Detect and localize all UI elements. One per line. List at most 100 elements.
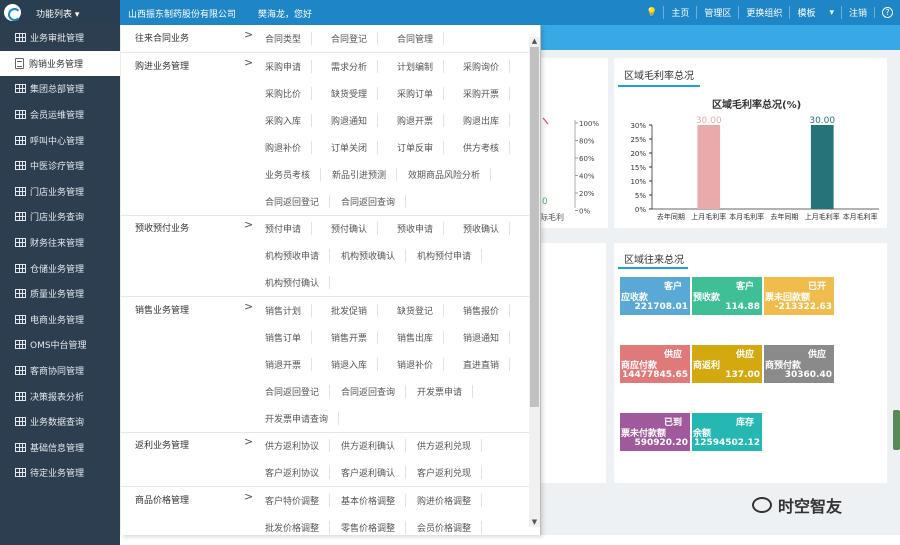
menu-link[interactable]: 需求分析: [331, 60, 379, 73]
menu-link[interactable]: 合同返回查询: [341, 195, 407, 208]
menu-link[interactable]: 采购询价: [463, 60, 511, 73]
menu-link[interactable]: 供方考核: [463, 141, 511, 154]
menu-link[interactable]: 订单反审: [397, 141, 445, 154]
menu-link[interactable]: 采购申请: [265, 60, 313, 73]
menu-link[interactable]: 销售订单: [265, 331, 313, 344]
menu-link[interactable]: 业务员考核: [265, 168, 322, 181]
menu-link[interactable]: 合同类型: [265, 32, 313, 45]
menu-link[interactable]: 订单关闭: [331, 141, 379, 154]
home-link[interactable]: 主页: [663, 6, 696, 19]
menu-link[interactable]: 销退开票: [265, 358, 313, 371]
menu-link[interactable]: 客户返利确认: [341, 466, 407, 479]
sidebar-item[interactable]: 质量业务管理: [0, 281, 120, 307]
sidebar-item[interactable]: 业务审批管理: [0, 25, 120, 51]
summary-tile[interactable]: 客户 预收款 114.88: [692, 277, 762, 315]
menu-link[interactable]: 预收确认: [463, 222, 511, 235]
menu-link[interactable]: 合同登记: [331, 32, 379, 45]
menu-link[interactable]: 合同返回登记: [265, 195, 331, 208]
logout-link[interactable]: 注销: [840, 6, 874, 19]
sidebar-item[interactable]: 会员运维管理: [0, 102, 120, 128]
menu-link[interactable]: 预收申请: [397, 222, 445, 235]
template-dropdown-icon[interactable]: ▾: [822, 8, 841, 18]
switch-org-link[interactable]: 更换组织: [738, 6, 789, 19]
menu-link[interactable]: 开发票申请查询: [265, 412, 340, 425]
menu-link[interactable]: 预付确认: [331, 222, 379, 235]
bulb-icon[interactable]: 💡: [640, 8, 663, 18]
menu-link[interactable]: 缺货登记: [397, 304, 445, 317]
menu-link[interactable]: 预付申请: [265, 222, 313, 235]
sidebar-item[interactable]: 集团总部管理: [0, 76, 120, 102]
sidebar-item[interactable]: 购销业务管理: [0, 50, 120, 77]
summary-tile[interactable]: 供应 商预付款 30360.40: [764, 345, 834, 383]
menu-link[interactable]: 销退入库: [331, 358, 379, 371]
sidebar-item[interactable]: 呼叫中心管理: [0, 127, 120, 153]
sidebar-item[interactable]: OMS中台管理: [0, 332, 120, 358]
menu-link[interactable]: 缺货受理: [331, 87, 379, 100]
menu-link[interactable]: 销售出库: [397, 331, 445, 344]
sidebar-item[interactable]: 待定业务管理: [0, 460, 120, 486]
function-list-menu-toggle[interactable]: 功能列表 ▾: [36, 7, 79, 20]
summary-tile[interactable]: 已开 票未回款额 -213322.63: [764, 277, 834, 315]
menu-link[interactable]: 购退补价: [265, 141, 313, 154]
menu-link[interactable]: 计划编制: [397, 60, 445, 73]
menu-link[interactable]: 零售价格调整: [341, 521, 407, 534]
summary-tile[interactable]: 客户 应收款 221708.01: [620, 277, 690, 315]
menu-link[interactable]: 机构预付申请: [417, 249, 483, 262]
menu-link[interactable]: 新品引进预测: [332, 168, 398, 181]
menu-link[interactable]: 供方返利兑现: [417, 439, 483, 452]
sidebar-item[interactable]: 客商协同管理: [0, 358, 120, 384]
template-link[interactable]: 模板: [789, 6, 822, 19]
menu-link[interactable]: 销售开票: [331, 331, 379, 344]
menu-link[interactable]: 购退出库: [463, 114, 511, 127]
menu-link[interactable]: 机构预收申请: [265, 249, 331, 262]
menu-link[interactable]: 效期商品风险分析: [408, 168, 492, 181]
sidebar-item[interactable]: 电商业务管理: [0, 307, 120, 333]
menu-link[interactable]: 购退开票: [397, 114, 445, 127]
sidebar-item[interactable]: 仓储业务管理: [0, 255, 120, 281]
menu-link[interactable]: 合同返回查询: [341, 385, 407, 398]
menu-link[interactable]: 合同返回登记: [265, 385, 331, 398]
menu-link[interactable]: 供方返利确认: [341, 439, 407, 452]
sidebar-item[interactable]: 财务往来管理: [0, 230, 120, 256]
help-icon[interactable]: ?: [874, 7, 900, 18]
summary-tile[interactable]: 已到 票未付款额 590920.20: [620, 413, 690, 451]
menu-link[interactable]: 基本价格调整: [341, 494, 407, 507]
sidebar-item[interactable]: 门店业务管理: [0, 179, 120, 205]
menu-link[interactable]: 销退补价: [397, 358, 445, 371]
sidebar-item[interactable]: 业务数据查询: [0, 409, 120, 435]
menu-link[interactable]: 销售计划: [265, 304, 313, 317]
menu-link[interactable]: 机构预收确认: [341, 249, 407, 262]
menu-link[interactable]: 采购开票: [463, 87, 511, 100]
scroll-down-arrow[interactable]: ▼: [530, 518, 539, 527]
scroll-thumb[interactable]: [530, 47, 539, 407]
sidebar-item[interactable]: 基础信息管理: [0, 435, 120, 461]
menu-link[interactable]: 会员价格调整: [417, 521, 483, 534]
admin-area-link[interactable]: 管理区: [696, 6, 738, 19]
menu-link[interactable]: 批发价格调整: [265, 521, 331, 534]
menu-link[interactable]: 批发促销: [331, 304, 379, 317]
menu-link[interactable]: 机构预付确认: [265, 276, 331, 289]
menu-link[interactable]: 采购比价: [265, 87, 313, 100]
scroll-up-arrow[interactable]: ▲: [530, 37, 539, 46]
menu-link[interactable]: 购进价格调整: [417, 494, 483, 507]
summary-tile[interactable]: 供应 商应付款 14477845.65: [620, 345, 690, 383]
menu-link[interactable]: 合同管理: [397, 32, 445, 45]
sidebar-item[interactable]: 中医诊疗管理: [0, 153, 120, 179]
menu-link[interactable]: 客户返利兑现: [417, 466, 483, 479]
menu-link[interactable]: 购退通知: [331, 114, 379, 127]
menu-link[interactable]: 客户特价调整: [265, 494, 331, 507]
menu-link[interactable]: 开发票申请: [417, 385, 474, 398]
menu-link[interactable]: 销退通知: [463, 331, 511, 344]
menu-link[interactable]: 采购订单: [397, 87, 445, 100]
side-widget-handle[interactable]: [893, 410, 900, 450]
menu-link[interactable]: 采购入库: [265, 114, 313, 127]
menu-link[interactable]: 客户返利协议: [265, 466, 331, 479]
menu-link[interactable]: 直进直销: [463, 358, 511, 371]
menu-scrollbar[interactable]: ▲ ▼: [529, 37, 540, 527]
menu-link[interactable]: 供方返利协议: [265, 439, 331, 452]
summary-tile[interactable]: 供应 商返利 137.00: [692, 345, 762, 383]
sidebar-item[interactable]: 门店业务查询: [0, 204, 120, 230]
summary-tile[interactable]: 库存 余额 12594502.12: [692, 413, 762, 451]
sidebar-item[interactable]: 决策报表分析: [0, 383, 120, 409]
menu-link[interactable]: 销售报价: [463, 304, 511, 317]
